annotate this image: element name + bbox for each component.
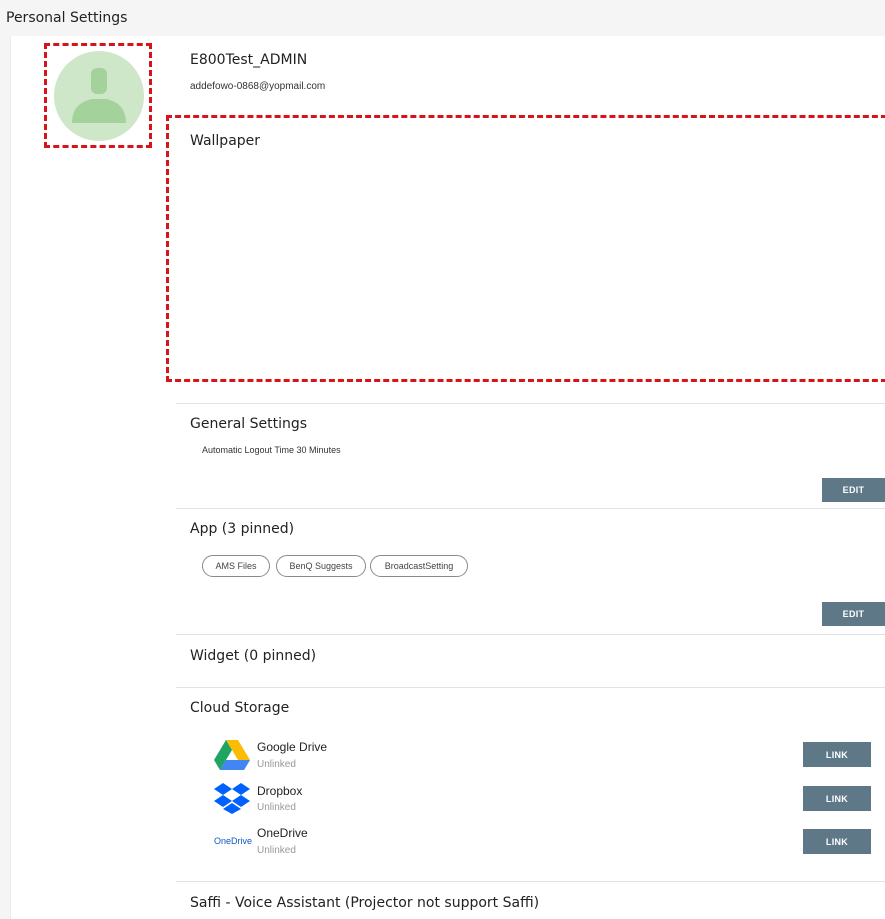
page-header: Personal Settings [0, 0, 885, 36]
general-edit-button[interactable]: EDIT [822, 478, 885, 502]
onedrive-icon: OneDrive [214, 836, 253, 846]
onedrive-status: Unlinked [257, 845, 296, 856]
divider [176, 687, 885, 688]
divider [176, 403, 885, 404]
dropbox-status: Unlinked [257, 802, 296, 813]
profile-email: addefowo-0868@yopmail.com [190, 81, 326, 92]
wallpaper-highlight-box[interactable] [166, 115, 885, 382]
dropbox-name: Dropbox [257, 784, 303, 798]
page-title: Personal Settings [6, 10, 128, 26]
divider [176, 508, 885, 509]
avatar-highlight-box [44, 43, 152, 148]
divider [176, 881, 885, 882]
divider [176, 634, 885, 635]
onedrive-link-button[interactable]: LINK [803, 829, 871, 854]
dropbox-link-button[interactable]: LINK [803, 786, 871, 811]
wallpaper-title: Wallpaper [190, 133, 261, 149]
app-chip-ams-files[interactable]: AMS Files [202, 555, 270, 577]
app-chip-benq-suggests[interactable]: BenQ Suggests [276, 555, 366, 577]
widget-section-title: Widget (0 pinned) [190, 648, 317, 664]
saffi-section-title: Saffi - Voice Assistant (Projector not s… [190, 895, 540, 911]
app-section-title: App (3 pinned) [190, 521, 295, 537]
cloud-storage-title: Cloud Storage [190, 700, 290, 716]
general-settings-title: General Settings [190, 416, 308, 432]
app-chip-broadcastsetting[interactable]: BroadcastSetting [370, 555, 468, 577]
google-drive-link-button[interactable]: LINK [803, 742, 871, 767]
app-edit-button[interactable]: EDIT [822, 602, 885, 626]
onedrive-name: OneDrive [257, 826, 308, 840]
dropbox-icon [214, 783, 250, 814]
google-drive-status: Unlinked [257, 759, 296, 770]
google-drive-icon [214, 740, 250, 770]
avatar[interactable] [54, 51, 144, 141]
sidebar-strip [0, 36, 11, 919]
google-drive-name: Google Drive [257, 740, 328, 754]
logout-time-text: Automatic Logout Time 30 Minutes [202, 445, 341, 455]
user-silhouette-icon [72, 68, 126, 123]
profile-name: E800Test_ADMIN [190, 52, 308, 68]
